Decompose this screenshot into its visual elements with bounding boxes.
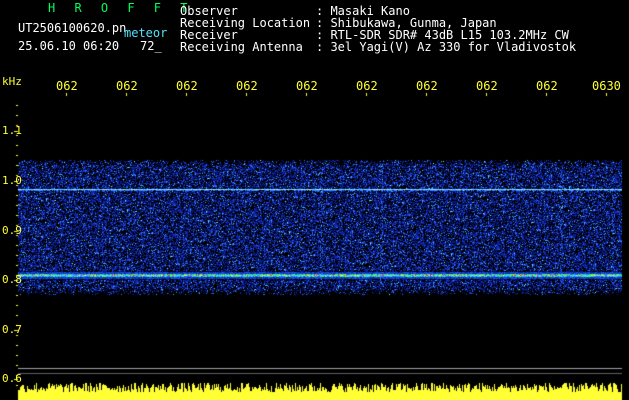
y-tick: 0.7 — [2, 323, 22, 336]
x-tick: 062 — [356, 79, 378, 93]
x-tick: 062 — [416, 79, 438, 93]
x-tick: 062 — [476, 79, 498, 93]
antenna-key: Receiving Antenna — [180, 40, 303, 54]
meteor-count: 72_ — [140, 39, 162, 53]
antenna-value: : 3el Yagi(V) Az 330 for Vladivostok — [316, 40, 577, 54]
y-tick: 0.9 — [2, 224, 22, 237]
filename-label: UT2506100620.pn — [18, 21, 127, 35]
app-title: H R O F F T — [48, 1, 194, 15]
x-tick: 062 — [296, 79, 318, 93]
y-tick: 1.1 — [2, 124, 22, 137]
datetime-label: 25.06.10 06:20 — [18, 39, 120, 53]
y-tick: 1.0 — [2, 174, 22, 187]
x-tick: 062 — [176, 79, 198, 93]
x-tick: 062 — [116, 79, 138, 93]
y-axis-unit: kHz — [2, 75, 22, 88]
y-tick: 0.6 — [2, 372, 22, 385]
x-tick: 062 — [56, 79, 78, 93]
y-tick: 0.8 — [2, 273, 22, 286]
x-tick: 062 — [536, 79, 558, 93]
x-tick: 062 — [236, 79, 258, 93]
waterfall-spectrogram — [0, 0, 629, 400]
meteor-tag: meteor — [124, 26, 168, 40]
x-tick: 0630 — [592, 79, 621, 93]
